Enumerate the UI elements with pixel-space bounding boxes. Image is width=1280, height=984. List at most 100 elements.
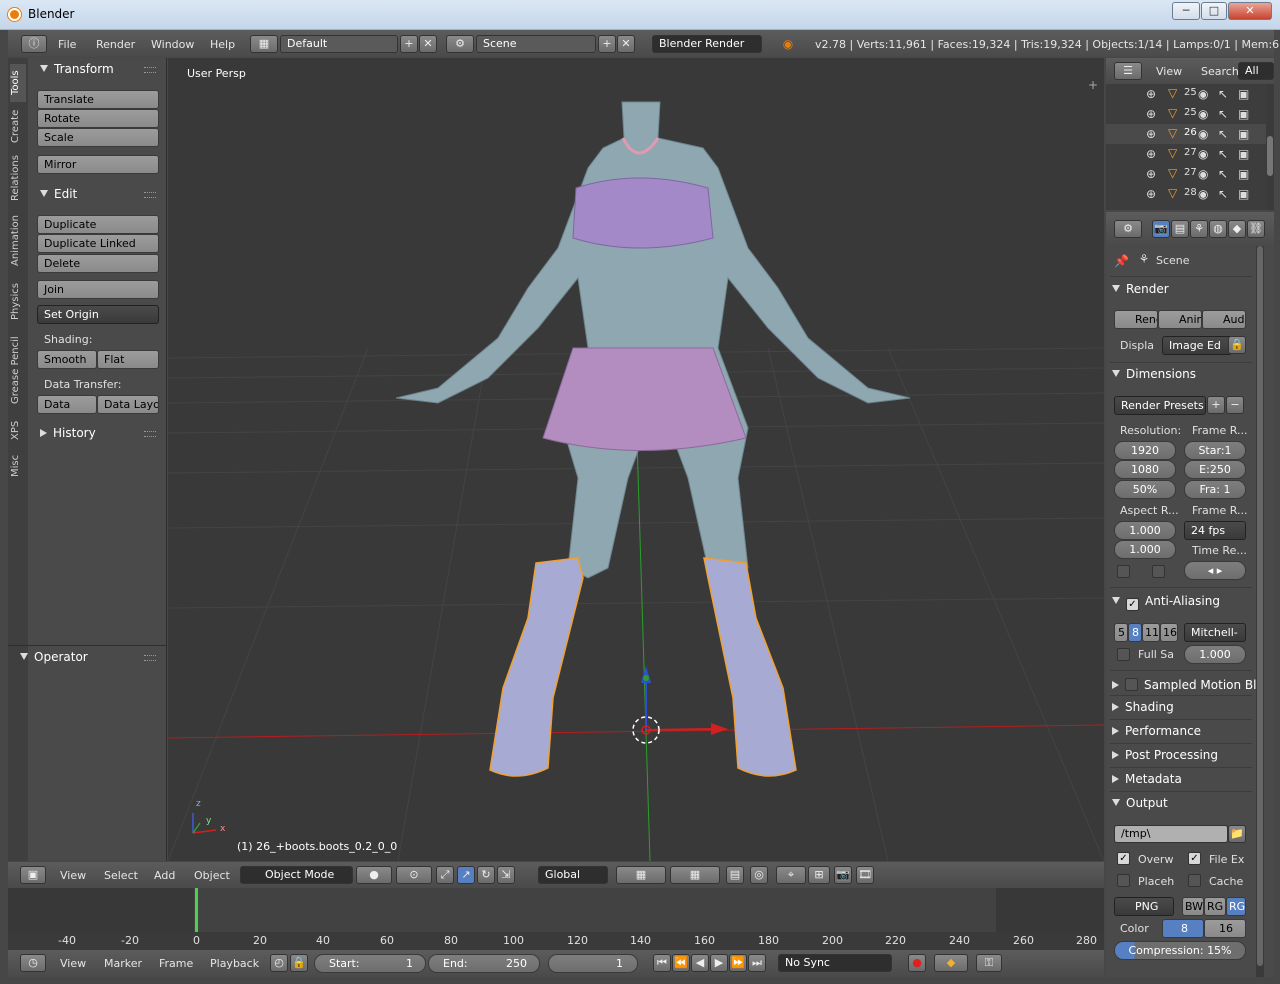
- render-icon[interactable]: ▣: [1238, 167, 1249, 181]
- anti-aliasing-checkbox[interactable]: ✓: [1126, 598, 1139, 611]
- duplicate-button[interactable]: Duplicate: [37, 215, 159, 234]
- file-extensions-checkbox[interactable]: ✓: [1188, 852, 1201, 865]
- performance-panel-header[interactable]: Performance: [1112, 724, 1201, 738]
- history-panel-header[interactable]: History: [40, 426, 96, 440]
- tab-grease-pencil[interactable]: Grease Pencil: [10, 330, 26, 410]
- tab-relations[interactable]: Relations: [10, 150, 26, 206]
- menu-view[interactable]: View: [1156, 65, 1182, 78]
- aspect-y-field[interactable]: 1.000: [1114, 540, 1176, 559]
- jump-end-icon[interactable]: ⏭: [748, 954, 766, 972]
- render-engine-select[interactable]: Blender Render: [652, 35, 762, 53]
- menu-file[interactable]: File: [58, 38, 76, 51]
- animation-button[interactable]: Anim: [1158, 310, 1202, 329]
- render-button[interactable]: Rend: [1114, 310, 1158, 329]
- rotate-manipulator-icon[interactable]: ↻: [477, 866, 495, 884]
- shading-panel-header[interactable]: Shading: [1112, 700, 1174, 714]
- jump-keyframe-back-icon[interactable]: ⏪: [672, 954, 690, 972]
- play-icon[interactable]: ▶: [710, 954, 728, 972]
- menu-help[interactable]: Help: [210, 38, 235, 51]
- time-remap-field[interactable]: ◂ ▸: [1184, 561, 1246, 580]
- jump-start-icon[interactable]: ⏮: [653, 954, 671, 972]
- outliner-row[interactable]: ⊕ ▽ 25 ◉ ↖ ▣: [1106, 84, 1266, 104]
- layer-lock-icon[interactable]: ▤: [726, 866, 744, 884]
- cursor-icon[interactable]: ↖: [1218, 127, 1228, 141]
- opengl-render-icon[interactable]: 📷: [834, 866, 852, 884]
- timeline-ruler[interactable]: -40 -20 0 20 40 60 80 100 120 140 160 18…: [8, 932, 1104, 950]
- jump-keyframe-forward-icon[interactable]: ⏩: [729, 954, 747, 972]
- screen-layout-field[interactable]: Default: [280, 35, 398, 53]
- sampled-motion-blur-panel-header[interactable]: Sampled Motion Bl: [1112, 676, 1257, 692]
- panel-grip-icon[interactable]: [144, 655, 156, 661]
- add-preset-icon[interactable]: +: [1207, 396, 1225, 414]
- lock-icon[interactable]: 🔒: [290, 954, 308, 972]
- frame-step-field[interactable]: Fra: 1: [1184, 480, 1246, 499]
- add-region-icon[interactable]: +: [1086, 78, 1100, 92]
- resolution-percent-field[interactable]: 50%: [1114, 480, 1176, 499]
- menu-select[interactable]: Select: [104, 869, 138, 882]
- expand-icon[interactable]: ⊕: [1146, 167, 1156, 181]
- timeline-editor[interactable]: -40 -20 0 20 40 60 80 100 120 140 160 18…: [8, 888, 1104, 950]
- keying-set-icon[interactable]: ◆: [934, 954, 968, 972]
- cursor-icon[interactable]: ↖: [1218, 147, 1228, 161]
- color-depth-8-button[interactable]: 8: [1162, 919, 1204, 938]
- display-select[interactable]: Image Ed: [1162, 336, 1232, 355]
- pivot-point-icon[interactable]: ⊙: [396, 866, 432, 884]
- scale-button[interactable]: Scale: [37, 128, 159, 147]
- expand-icon[interactable]: ⊕: [1146, 127, 1156, 141]
- add-scene-icon[interactable]: +: [598, 35, 616, 53]
- compression-slider[interactable]: Compression: 15%: [1114, 941, 1246, 960]
- menu-view[interactable]: View: [60, 957, 86, 970]
- manipulator-toggle-icon[interactable]: ⤢: [436, 866, 454, 884]
- remove-preset-icon[interactable]: −: [1226, 396, 1244, 414]
- join-button[interactable]: Join: [37, 280, 159, 299]
- delete-button[interactable]: Delete: [37, 254, 159, 273]
- panel-grip-icon[interactable]: [144, 192, 156, 198]
- render-icon[interactable]: ▣: [1238, 127, 1249, 141]
- record-icon[interactable]: ●: [908, 954, 926, 972]
- orientation-select[interactable]: Global: [538, 866, 608, 884]
- data-layout-button[interactable]: Data Layo: [97, 395, 159, 414]
- outliner-tree[interactable]: ⊕ ▽ 25 ◉ ↖ ▣ ⊕ ▽ 25 ◉ ↖ ▣ ⊕ ▽ 26 ◉ ↖ ▣ ⊕ ▽ 27 ◉ ↖ ▣ ⊕ ▽ 27 ◉ ↖ ▣ …: [1106, 84, 1266, 210]
- tab-xps[interactable]: XPS: [10, 416, 26, 444]
- remove-scene-icon[interactable]: ✕: [617, 35, 635, 53]
- panel-grip-icon[interactable]: [144, 67, 156, 73]
- tab-misc[interactable]: Misc: [10, 450, 26, 482]
- pin-icon[interactable]: 📌: [1114, 254, 1129, 268]
- full-sample-checkbox[interactable]: [1117, 648, 1130, 661]
- outliner-row[interactable]: ⊕ ▽ 27 ◉ ↖ ▣: [1106, 164, 1266, 184]
- cache-checkbox[interactable]: [1188, 874, 1201, 887]
- close-button[interactable]: ✕: [1228, 2, 1272, 20]
- color-bw-button[interactable]: BW: [1182, 897, 1204, 916]
- cursor-icon[interactable]: ↖: [1218, 87, 1228, 101]
- outliner-row[interactable]: ⊕ ▽ 25 ◉ ↖ ▣: [1106, 104, 1266, 124]
- tab-create[interactable]: Create: [10, 106, 26, 146]
- anti-aliasing-panel-header[interactable]: ✓ Anti-Aliasing: [1112, 594, 1220, 611]
- render-icon[interactable]: ▣: [1238, 87, 1249, 101]
- lock-interface-icon[interactable]: 🔒: [1228, 336, 1246, 354]
- menu-window[interactable]: Window: [151, 38, 194, 51]
- file-browser-icon[interactable]: 📁: [1228, 825, 1246, 843]
- menu-add[interactable]: Add: [154, 869, 175, 882]
- keyframe-insert-icon[interactable]: ⚿: [976, 954, 1002, 972]
- color-rgba-button[interactable]: RG: [1226, 897, 1246, 916]
- menu-marker[interactable]: Marker: [104, 957, 142, 970]
- outliner-row[interactable]: ⊕ ▽ 27 ◉ ↖ ▣: [1106, 144, 1266, 164]
- tab-animation[interactable]: Animation: [10, 210, 26, 272]
- render-icon[interactable]: ▣: [1238, 147, 1249, 161]
- expand-icon[interactable]: ⊕: [1146, 87, 1156, 101]
- menu-playback[interactable]: Playback: [210, 957, 259, 970]
- metadata-panel-header[interactable]: Metadata: [1112, 772, 1182, 786]
- mirror-button[interactable]: Mirror: [37, 155, 159, 174]
- expand-icon[interactable]: ⊕: [1146, 187, 1156, 201]
- opengl-render-anim-icon[interactable]: 🎞: [856, 866, 874, 884]
- editor-type-icon[interactable]: ⓘ: [21, 35, 47, 53]
- filter-size-field[interactable]: 1.000: [1184, 645, 1246, 664]
- layers-icon[interactable]: ▦: [670, 866, 720, 884]
- aa-samples-5[interactable]: 5: [1114, 623, 1128, 642]
- eye-icon[interactable]: ◉: [1198, 127, 1208, 141]
- eye-icon[interactable]: ◉: [1198, 107, 1208, 121]
- scale-manipulator-icon[interactable]: ⇲: [497, 866, 515, 884]
- fps-select[interactable]: 24 fps: [1184, 521, 1246, 540]
- snap-element-icon[interactable]: ⊞: [808, 866, 830, 884]
- object-context-icon[interactable]: ◆: [1228, 220, 1246, 238]
